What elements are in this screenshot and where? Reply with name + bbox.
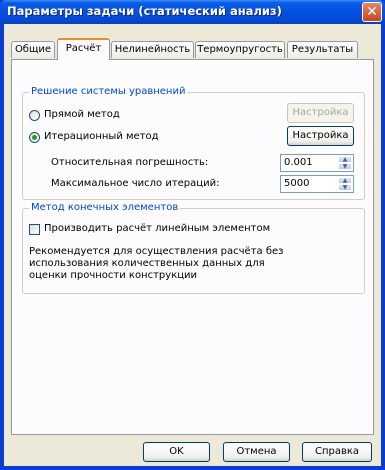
iterative-method-radio[interactable] <box>29 132 40 143</box>
linear-element-label[interactable]: Производить расчёт линейным элементом <box>44 223 270 234</box>
title-bar[interactable]: Параметры задачи (статический анализ) ✕ <box>0 0 385 24</box>
tab-thermoelasticity[interactable]: Термоупругость <box>195 41 285 58</box>
tab-panel-calculation: Решение системы уравнений Прямой метод Н… <box>11 59 374 435</box>
relative-error-label: Относительная погрешность: <box>51 157 209 168</box>
max-iterations-value[interactable]: 5000 <box>284 178 309 189</box>
fem-recommendation-note: Рекомендуется для осуществления расчёта … <box>29 246 284 281</box>
tab-label: Термоупругость <box>197 44 283 55</box>
solver-group-title: Решение системы уравнений <box>29 86 188 97</box>
button-label: Настройка <box>292 130 349 141</box>
relative-error-spinbox[interactable]: 0.001 ▲ ▼ <box>280 154 354 172</box>
dialog-window: Параметры задачи (статический анализ) ✕ … <box>0 0 385 470</box>
tab-label: Результаты <box>291 44 354 55</box>
fem-group-title: Метод конечных элементов <box>29 202 181 213</box>
tab-label: Нелинейность <box>114 44 191 55</box>
linear-element-checkbox[interactable] <box>29 224 40 235</box>
tab-general[interactable]: Общие <box>11 41 55 58</box>
button-label: Справка <box>314 446 360 457</box>
tab-label: Общие <box>14 44 52 55</box>
button-label: OK <box>169 446 184 457</box>
spin-down-icon[interactable]: ▼ <box>338 163 352 170</box>
max-iterations-label: Максимальное число итераций: <box>51 178 220 189</box>
help-button[interactable]: Справка <box>302 442 372 462</box>
tab-nonlinearity[interactable]: Нелинейность <box>111 41 194 58</box>
cancel-button[interactable]: Отмена <box>223 442 290 462</box>
direct-method-label[interactable]: Прямой метод <box>44 109 120 120</box>
window-title: Параметры задачи (статический анализ) <box>7 4 282 18</box>
tab-calculation[interactable]: Расчёт <box>57 38 110 60</box>
iterative-method-settings-button[interactable]: Настройка <box>287 126 354 146</box>
radio-selected-dot <box>32 135 37 140</box>
button-label: Отмена <box>236 446 277 457</box>
spin-down-icon[interactable]: ▼ <box>338 184 352 191</box>
ok-button[interactable]: OK <box>143 442 210 462</box>
fem-group: Метод конечных элементов Производить рас… <box>22 202 365 294</box>
iterative-method-label[interactable]: Итерационный метод <box>44 131 159 142</box>
tab-label: Расчёт <box>65 43 102 54</box>
direct-method-radio[interactable] <box>29 110 40 121</box>
relative-error-value[interactable]: 0.001 <box>284 157 313 168</box>
close-button[interactable]: ✕ <box>362 2 382 22</box>
close-icon: ✕ <box>366 4 378 20</box>
button-label: Настройка <box>292 107 349 118</box>
solver-group: Решение системы уравнений Прямой метод Н… <box>22 86 365 200</box>
spin-up-icon[interactable]: ▲ <box>338 177 352 184</box>
tab-results[interactable]: Результаты <box>287 41 358 58</box>
max-iterations-spinbox[interactable]: 5000 ▲ ▼ <box>280 175 354 193</box>
direct-method-settings-button[interactable]: Настройка <box>287 103 354 123</box>
spin-up-icon[interactable]: ▲ <box>338 156 352 163</box>
